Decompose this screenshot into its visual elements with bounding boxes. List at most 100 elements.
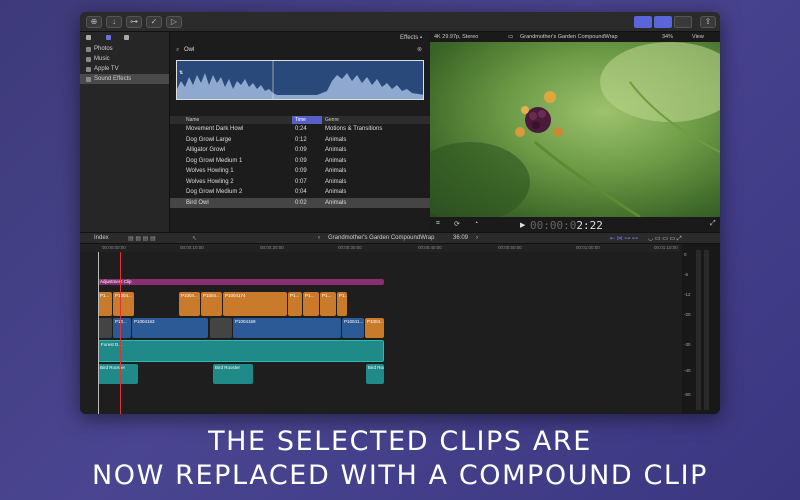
table-row[interactable]: Movement Dark Howl 0:24 Motions & Transiti… [170, 124, 430, 135]
library-sidebar: Photos Music Apple TV Sound Effects [80, 32, 170, 232]
play-button[interactable]: ▶ [520, 221, 525, 229]
connected-clip[interactable]: P1004... [113, 292, 134, 316]
playhead[interactable] [120, 252, 121, 414]
download-button[interactable]: ↓ [106, 16, 122, 28]
toolbar: ⊕ ↓ ⊶ ✓ ▷ ⇪ [80, 12, 720, 32]
column-genre[interactable]: Genre [322, 116, 430, 124]
connected-clip[interactable]: P1004174 [223, 292, 287, 316]
primary-clip[interactable]: P1004... [365, 318, 384, 338]
timeline-title: Grandmother's Garden CompoundWrap [328, 235, 435, 241]
table-row[interactable]: Dog Growl Medium 1 0:09 Animals [170, 156, 430, 167]
sound-effects-table: Name Time Genre Movement Dark Howl 0:24 Mo… [170, 116, 430, 208]
format-label: 4K 29.97p, Stereo [434, 34, 479, 40]
enhance-icon[interactable]: ◔ [474, 220, 478, 227]
zoom-menu[interactable]: 34% [662, 34, 673, 40]
audio-meters: 0 -6 -12 -20 -30 -40 -50 [682, 244, 720, 414]
table-row-selected[interactable]: Bird Owl 0:02 Animals [170, 197, 430, 208]
compound-clip-forest[interactable]: Forest D... [98, 340, 384, 362]
meter-right [704, 250, 709, 410]
forward-icon[interactable]: › [476, 235, 478, 241]
film-icon: ▭ [508, 34, 514, 40]
search-input[interactable]: Owl [184, 47, 194, 53]
waveform-graphic: ⇅ [177, 61, 423, 99]
skimmer [98, 252, 99, 414]
transform-icon[interactable]: ⌗ [436, 220, 440, 228]
import-button[interactable]: ⊕ [86, 16, 102, 28]
viewer: 4K 29.97p, Stereo ▭ Grandmother's Garden… [430, 32, 720, 232]
sidebar-item-apple-tv[interactable]: Apple TV [80, 64, 169, 74]
clapper-icon[interactable] [86, 35, 91, 40]
audio-clip[interactable]: Bird Rooster [98, 364, 138, 384]
audio-clip[interactable]: Bird Rooster [366, 364, 384, 384]
column-name[interactable]: Name [170, 116, 292, 124]
sidebar-item-music[interactable]: Music [80, 54, 169, 64]
sidebar-item-photos[interactable]: Photos [80, 44, 169, 54]
speed-icon[interactable]: ⟳ [454, 220, 460, 228]
tv-icon [86, 66, 91, 72]
viewer-header: 4K 29.97p, Stereo ▭ Grandmother's Garden… [430, 32, 720, 42]
connected-clip[interactable]: P1... [98, 292, 112, 316]
search-icon: ⌕ [176, 47, 180, 53]
clip-appearance-icon[interactable]: ▤ ▤ ▤ ▤ [128, 235, 156, 242]
caption-line-1: THE SELECTED CLIPS ARE [208, 426, 592, 457]
blackberry-photo [430, 42, 720, 217]
svg-text:⇅: ⇅ [179, 70, 183, 76]
inspector-toggle-button[interactable] [674, 16, 692, 28]
timeline[interactable]: Adjustment Clip P1... P1004... P1004... … [80, 252, 680, 414]
primary-clip[interactable]: P1004169 [233, 318, 341, 338]
adjustment-clip[interactable]: Adjustment Clip [98, 279, 384, 285]
table-row[interactable]: Dog Growl Medium 2 0:04 Animals [170, 187, 430, 198]
timeline-toolbar: Index ▤ ▤ ▤ ▤ ↖ ‹ Grandmother's Garden C… [80, 232, 720, 244]
column-time[interactable]: Time [292, 116, 322, 124]
layout-browser-button[interactable] [634, 16, 652, 28]
audio-clip[interactable]: Bird Rooster [213, 364, 253, 384]
share-icon[interactable]: ⇪ [700, 16, 716, 28]
table-row[interactable]: Dog Growl Large 0:12 Animals [170, 135, 430, 146]
connected-clip[interactable]: P1... [337, 292, 347, 316]
gap-clip[interactable] [98, 318, 112, 338]
music-icon[interactable] [106, 35, 111, 40]
connected-clip[interactable]: P1004... [201, 292, 222, 316]
project-title: Grandmother's Garden CompoundWrap [520, 34, 618, 40]
back-icon[interactable]: ‹ [318, 235, 320, 241]
table-row[interactable]: Wolves Howling 2 0:07 Animals [170, 177, 430, 188]
fullscreen-icon[interactable]: ⤢ [710, 220, 716, 228]
folder-icon [86, 76, 91, 82]
connected-clip[interactable]: P1004... [179, 292, 200, 316]
headphones-icon[interactable]: ◡ ▭ ▭ ▭ ⤢ [648, 235, 682, 243]
select-tool-icon[interactable]: ↖ [192, 235, 197, 242]
titles-icon[interactable] [124, 35, 129, 40]
table-row[interactable]: Alligator Growl 0:09 Animals [170, 145, 430, 156]
meter-left [696, 250, 701, 410]
fcp-window: ⊕ ↓ ⊶ ✓ ▷ ⇪ Photos Music Apple TV Sound … [80, 12, 720, 414]
connected-clip[interactable]: P1... [303, 292, 319, 316]
table-header: Name Time Genre [170, 116, 430, 124]
connected-clip[interactable]: P1... [288, 292, 302, 316]
connected-clip[interactable]: P1... [320, 292, 336, 316]
check-button[interactable]: ✓ [146, 16, 162, 28]
gap-clip[interactable] [210, 318, 232, 338]
primary-clip[interactable]: P1004163 [132, 318, 208, 338]
timeline-duration: 36:09 [453, 235, 469, 241]
timeline-ruler[interactable]: 00:00:00:00 00:00:10:00 00:00:20:00 00:0… [80, 244, 680, 252]
primary-clip[interactable]: P10... [113, 318, 131, 338]
viewer-controls: ⌗ ⟳ ◔ ▶ 00:00:02:22 ⤢ [430, 217, 720, 232]
music-note-icon [86, 56, 91, 62]
sidebar-item-sound-effects[interactable]: Sound Effects [80, 74, 169, 84]
effects-browser: Effects ▪ ⌕ Owl ⊗ ⇅ Name Time Genre Move… [170, 32, 430, 232]
photos-icon [86, 46, 91, 52]
layout-timeline-button[interactable] [654, 16, 672, 28]
keyword-button[interactable]: ⊶ [126, 16, 142, 28]
caption-line-2: NOW REPLACED WITH A COMPOUND CLIP [91, 460, 709, 491]
share-tag-button[interactable]: ▷ [166, 16, 182, 28]
primary-clip[interactable]: P10041... [342, 318, 364, 338]
search-field[interactable]: ⌕ Owl ⊗ [174, 45, 424, 55]
browser-header: Effects ▪ [399, 35, 422, 41]
view-menu[interactable]: View [692, 34, 704, 40]
clear-search-icon[interactable]: ⊗ [417, 45, 422, 55]
index-button[interactable]: Index [94, 235, 109, 241]
table-row[interactable]: Wolves Howling 1 0:09 Animals [170, 166, 430, 177]
snapping-icons[interactable]: ⇤ ⋈ ⊶ ⊷ [610, 235, 638, 242]
audio-waveform-preview[interactable]: ⇅ [176, 60, 424, 100]
video-frame [430, 42, 720, 217]
